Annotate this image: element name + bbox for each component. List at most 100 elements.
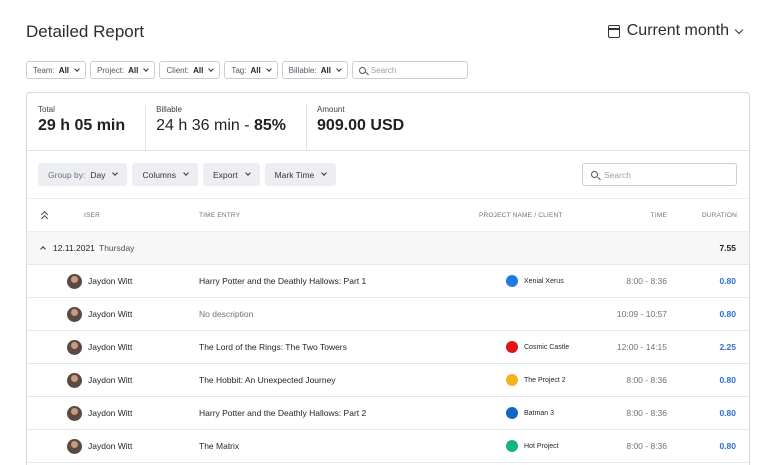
total-label: Total [38,105,55,114]
search-placeholder: Search [370,65,397,75]
filter-label: Project: [97,65,125,75]
project-cell[interactable]: Xenial Xerus [506,275,564,287]
group-by-label: Group by: [48,169,86,180]
chevron-down-icon [143,65,150,72]
time-entry-description[interactable]: The Matrix [199,441,239,451]
filter-client[interactable]: Client: All [159,61,221,79]
user-name: Jaydon Witt [88,408,133,418]
table-header: ISER TIME ENTRY PROJECT NAME / CLIENT TI… [27,199,749,232]
collapse-all-icon[interactable] [40,210,49,223]
time-entry-description[interactable]: Harry Potter and the Deathly Hallows: Pa… [199,276,366,286]
duration-value[interactable]: 2.25 [719,342,736,352]
report-toolbar: Group by: Day Columns Export Mark Time Se… [27,151,749,199]
project-cell[interactable]: The Project 2 [506,374,566,386]
billable-value: 24 h 36 min - [156,117,254,134]
filter-value: All [58,65,70,75]
filter-value: All [193,65,204,75]
time-range[interactable]: 8:00 - 8:36 [626,276,667,286]
time-range[interactable]: 8:00 - 8:36 [626,441,667,451]
project-cell[interactable]: Hot Project [506,440,559,452]
col-duration[interactable]: DURATION [702,212,737,219]
chevron-down-icon [336,65,342,72]
duration-value[interactable]: 0.80 [719,441,736,451]
billable-percent: 85% [253,117,287,134]
chevron-down-icon [321,170,328,176]
user-name: Jaydon Witt [88,375,133,385]
filter-tag[interactable]: Tag: All [224,61,278,79]
day-group-header[interactable]: 12.11.2021 Thursday 7.55 [27,232,749,265]
amount-label: Amount [317,105,345,114]
filter-billable[interactable]: Billable: All [281,61,348,79]
period-label: Current month [626,22,729,39]
billable-block: Billable 24 h 36 min - 85% [145,105,296,150]
filter-label: Billable: [288,65,317,75]
table-row[interactable]: Jaydon Witt No description 10:09 - 10:57 0.… [27,298,749,331]
time-range[interactable]: 8:00 - 8:36 [626,375,667,385]
total-value: 29 h 05 min [38,117,126,134]
group-by-button[interactable]: Group by: Day [38,163,128,186]
columns-button[interactable]: Columns [132,163,198,186]
filter-bar: Team: All Project: All Client: All Tag: All … [26,61,468,79]
chevron-up-icon[interactable] [40,246,46,252]
col-time-entry[interactable]: TIME ENTRY [199,212,240,219]
time-entry-description[interactable]: The Lord of the Rings: The Two Towers [199,342,347,352]
user-name: Jaydon Witt [88,342,133,352]
duration-value[interactable]: 0.80 [719,309,736,319]
project-name: Hot Project [524,442,559,450]
avatar [67,274,82,289]
avatar [67,439,82,454]
table-row[interactable]: Jaydon Witt The Hobbit: An Unexpected Jou… [27,364,749,397]
filter-label: Team: [33,65,55,75]
avatar [67,406,82,421]
time-range[interactable]: 12:00 - 14:15 [617,342,667,352]
filter-value: All [128,65,139,75]
chevron-down-icon [183,170,189,176]
time-range[interactable]: 10:09 - 10:57 [617,309,667,319]
duration-value[interactable]: 0.80 [719,276,736,286]
group-date: 12.11.2021 [53,243,95,253]
time-entry-description[interactable]: No description [199,309,253,319]
filter-team[interactable]: Team: All [26,61,87,79]
user-name: Jaydon Witt [88,441,133,451]
duration-value[interactable]: 0.80 [719,408,736,418]
mark-time-button[interactable]: Mark Time [264,163,337,186]
project-color-dot [506,275,518,287]
entries-list: Jaydon Witt Harry Potter and the Deathly … [27,265,749,463]
amount-block: Amount 909.00 USD [306,105,414,150]
time-range[interactable]: 8:00 - 8:36 [626,408,667,418]
page-title: Detailed Report [26,22,145,41]
chevron-down-icon [208,65,215,72]
export-button[interactable]: Export [203,163,260,186]
export-label: Export [213,169,238,180]
totals-summary: Total 29 h 05 min Billable 24 h 36 min -… [27,93,749,151]
filter-label: Tag: [231,65,247,75]
chevron-down-icon [734,25,744,34]
table-row[interactable]: Jaydon Witt Harry Potter and the Deathly … [27,397,749,430]
chevron-down-icon [112,170,119,176]
user-name: Jaydon Witt [88,276,133,286]
project-color-dot [506,341,518,353]
time-entry-description[interactable]: Harry Potter and the Deathly Hallows: Pa… [199,408,366,418]
duration-value[interactable]: 0.80 [719,375,736,385]
project-color-dot [506,374,518,386]
col-project[interactable]: PROJECT NAME / CLIENT [479,212,563,219]
filter-project[interactable]: Project: All [90,61,156,79]
table-row[interactable]: Jaydon Witt Harry Potter and the Deathly … [27,265,749,298]
time-entry-description[interactable]: The Hobbit: An Unexpected Journey [199,375,336,385]
filter-search-input[interactable]: Search [351,61,468,79]
period-selector[interactable]: Current month [607,22,744,40]
col-user[interactable]: ISER [84,212,100,219]
project-name: Batman 3 [524,409,554,417]
project-cell[interactable]: Cosmic Castle [506,341,569,353]
report-search-input[interactable]: Search [582,163,737,186]
col-time[interactable]: TIME [651,212,667,219]
project-color-dot [506,407,518,419]
table-row[interactable]: Jaydon Witt The Matrix Hot Project 8:00 - 8… [27,430,749,463]
calendar-icon [607,24,620,38]
mark-time-label: Mark Time [274,169,315,180]
chevron-down-icon [74,65,80,72]
filter-label: Client: [166,65,190,75]
project-cell[interactable]: Batman 3 [506,407,554,419]
table-row[interactable]: Jaydon Witt The Lord of the Rings: The Tw… [27,331,749,364]
group-total: 7.55 [719,243,736,253]
